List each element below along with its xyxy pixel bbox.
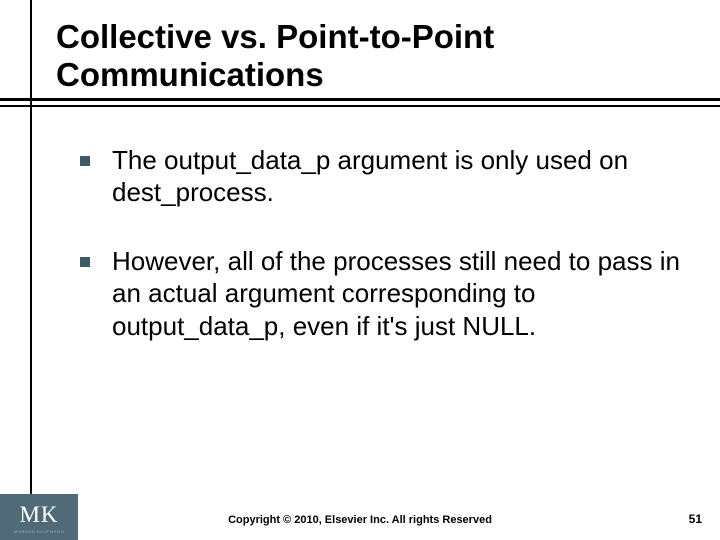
list-item: The output_data_p argument is only used … bbox=[80, 144, 680, 209]
vertical-rule bbox=[30, 0, 32, 540]
publisher-logo: MK MORGAN KAUFMANN bbox=[0, 494, 78, 540]
bullet-icon bbox=[80, 257, 90, 267]
list-item: However, all of the processes still need… bbox=[80, 245, 680, 343]
copyright-footer: Copyright © 2010, Elsevier Inc. All righ… bbox=[0, 514, 720, 526]
bullet-text: The output_data_p argument is only used … bbox=[112, 144, 680, 209]
slide-title: Collective vs. Point-to-Point Communicat… bbox=[56, 18, 680, 94]
logo-main: MK bbox=[19, 503, 58, 526]
page-number: 51 bbox=[689, 512, 702, 526]
bullet-icon bbox=[80, 156, 90, 166]
horizontal-rule-thin bbox=[0, 105, 720, 107]
logo-subtitle: MORGAN KAUFMANN bbox=[14, 529, 65, 534]
bullet-text: However, all of the processes still need… bbox=[112, 245, 680, 343]
horizontal-rule-thick bbox=[0, 98, 720, 101]
slide: Collective vs. Point-to-Point Communicat… bbox=[0, 0, 720, 540]
content-area: The output_data_p argument is only used … bbox=[50, 144, 680, 343]
